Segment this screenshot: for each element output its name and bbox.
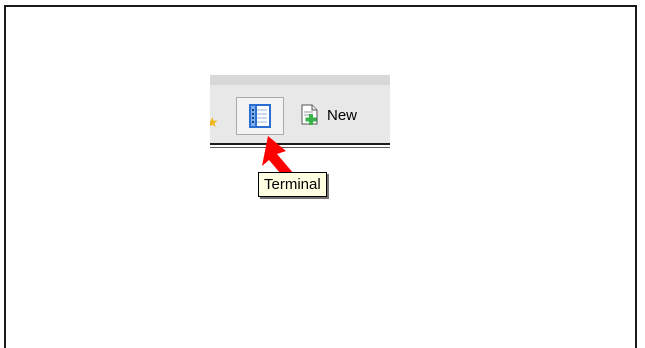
new-document-icon <box>301 104 318 125</box>
new-button[interactable]: New <box>301 101 357 129</box>
terminal-tooltip: Terminal <box>258 172 327 197</box>
new-button-label: New <box>327 106 358 124</box>
terminal-icon <box>249 104 271 128</box>
star-icon[interactable]: ★ <box>210 115 220 129</box>
